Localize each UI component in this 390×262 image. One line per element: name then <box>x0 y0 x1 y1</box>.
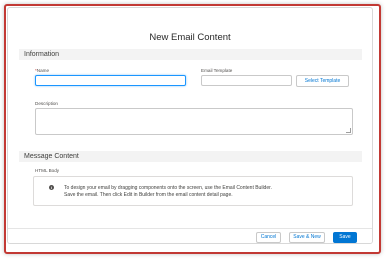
save-and-new-button[interactable]: Save & New <box>289 232 325 243</box>
email-builder-info-box: i To design your email by dragging compo… <box>33 176 353 206</box>
info-text: To design your email by dragging compone… <box>64 185 349 199</box>
description-textarea[interactable] <box>35 108 353 135</box>
info-line-1: To design your email by dragging compone… <box>64 185 272 191</box>
description-label: Description <box>35 101 58 106</box>
name-label-text: Name <box>36 68 50 73</box>
section-header-information: Information <box>19 49 362 60</box>
info-icon: i <box>49 185 54 190</box>
info-line-2: Save the email. Then click Edit in Build… <box>64 192 233 198</box>
html-body-label: HTML Body <box>35 168 60 173</box>
new-email-content-modal: New Email Content Information *Name Emai… <box>7 7 373 244</box>
cancel-button[interactable]: Cancel <box>256 232 281 243</box>
select-template-button[interactable]: Select Template <box>296 75 349 87</box>
save-button[interactable]: Save <box>333 232 357 243</box>
modal-title: New Email Content <box>149 32 231 43</box>
modal-footer: Cancel Save & New Save <box>8 228 372 243</box>
email-template-input[interactable] <box>201 75 292 86</box>
resize-handle-icon[interactable] <box>346 128 351 133</box>
section-header-message-content: Message Content <box>19 151 362 162</box>
email-template-label: Email Template <box>201 68 233 73</box>
name-label: *Name <box>35 68 49 73</box>
name-input[interactable] <box>35 75 186 86</box>
